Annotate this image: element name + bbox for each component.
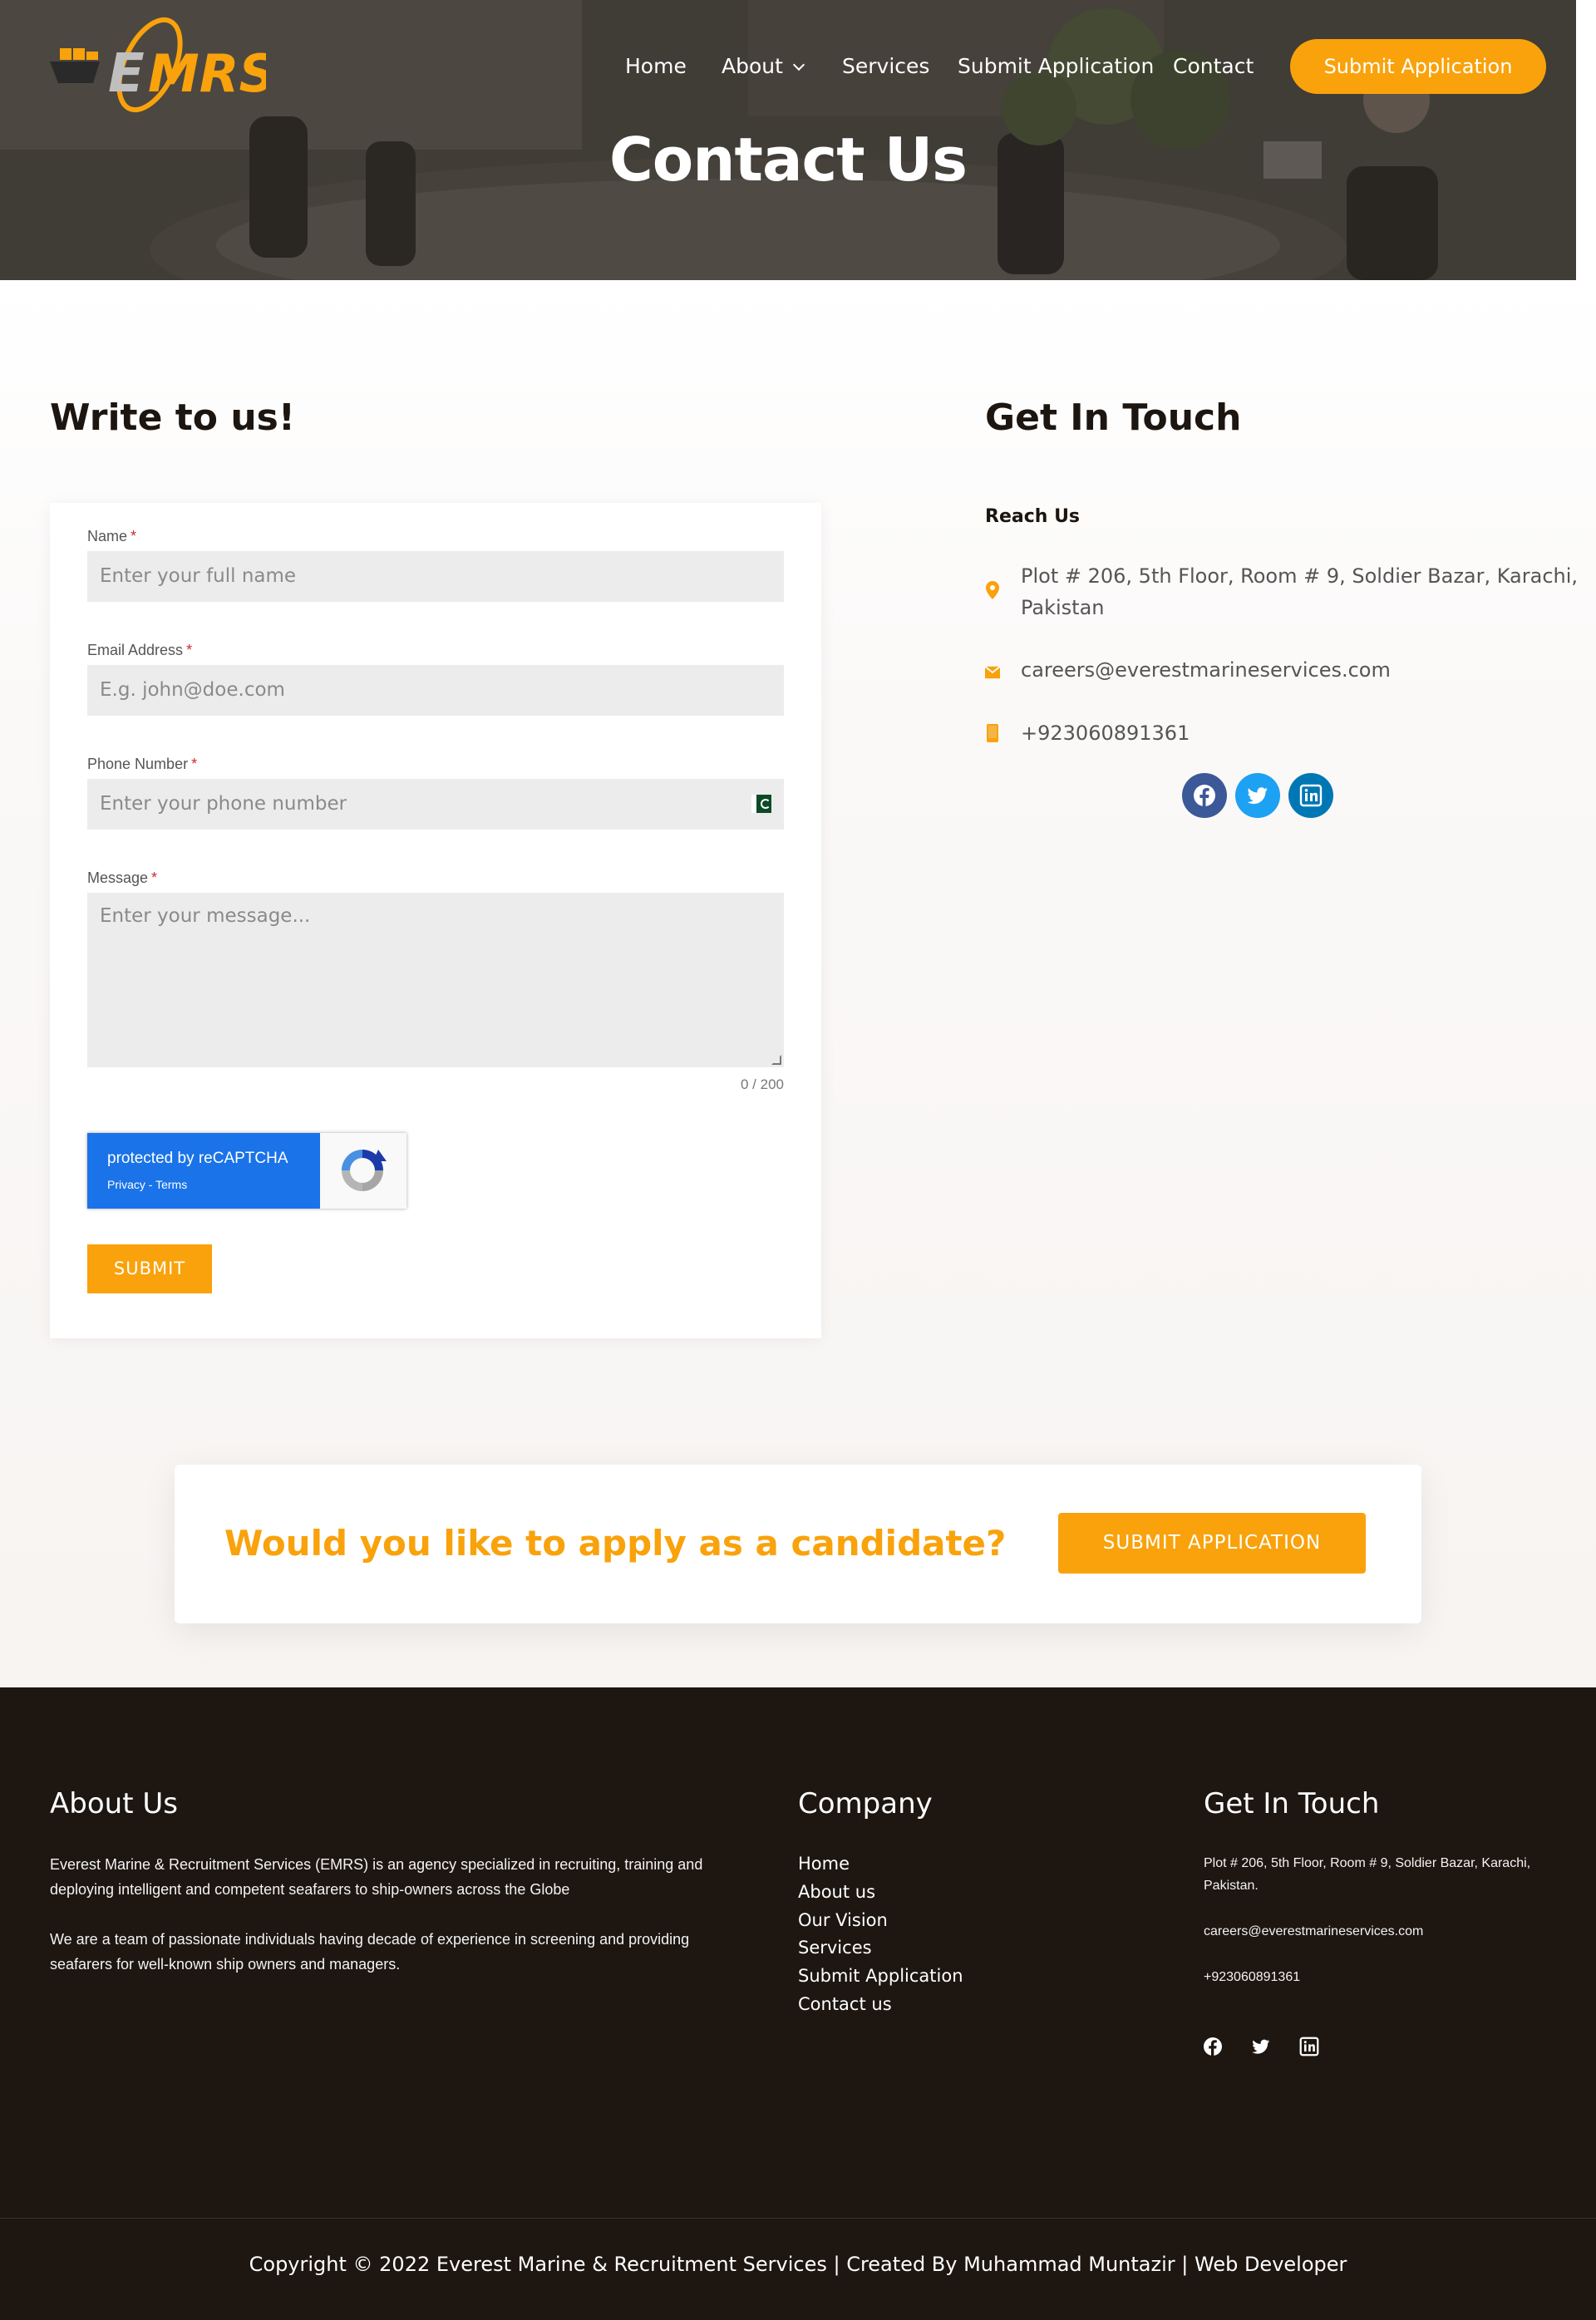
phone-input[interactable]: Enter your phone number bbox=[87, 779, 784, 830]
copyright-text: Copyright © 2022 Everest Marine & Recrui… bbox=[249, 2253, 1347, 2276]
get-in-touch-heading: Get In Touch bbox=[985, 397, 1242, 439]
contact-main-section: Write to us! Get In Touch Name * Enter yo… bbox=[0, 280, 1596, 1687]
message-label-text: Message bbox=[87, 869, 149, 886]
footer-about-heading: About Us bbox=[50, 1787, 178, 1820]
chevron-down-icon bbox=[792, 58, 805, 71]
footer-link-services[interactable]: Services bbox=[798, 1938, 872, 1958]
footer-linkedin-icon[interactable] bbox=[1299, 2037, 1319, 2056]
phone-placeholder: Enter your phone number bbox=[100, 793, 347, 815]
linkedin-link[interactable] bbox=[1288, 773, 1333, 818]
footer-link-vision[interactable]: Our Vision bbox=[798, 1910, 888, 1930]
email-input[interactable]: E.g. john@doe.com bbox=[87, 665, 784, 716]
footer-phone[interactable]: +923060891361 bbox=[1204, 1966, 1300, 1988]
name-input[interactable]: Enter your full name bbox=[87, 551, 784, 602]
apply-cta-text: Would you like to apply as a candidate? bbox=[224, 1523, 1007, 1564]
recaptcha-privacy-terms[interactable]: Privacy - Terms bbox=[107, 1178, 187, 1191]
character-counter: 0 / 200 bbox=[741, 1076, 784, 1092]
footer-link-about[interactable]: About us bbox=[798, 1882, 875, 1902]
nav-submit-application[interactable]: Submit Application bbox=[958, 50, 1154, 83]
hero-banner: E MRS Home About Services Submit Applica… bbox=[0, 0, 1576, 280]
nav-contact[interactable]: Contact bbox=[1173, 50, 1254, 83]
address-line-1: Plot # 206, 5th Floor, Room # 9, Soldier… bbox=[1021, 564, 1579, 588]
nav-home[interactable]: Home bbox=[625, 50, 687, 83]
message-label: Message * bbox=[87, 869, 157, 887]
footer-about-paragraph-2: We are a team of passionate individuals … bbox=[50, 1931, 690, 1973]
site-footer: About Us Everest Marine & Recruitment Se… bbox=[0, 1687, 1596, 2320]
footer-touch-heading: Get In Touch bbox=[1204, 1787, 1380, 1820]
reach-us-label: Reach Us bbox=[985, 506, 1081, 527]
required-mark: * bbox=[131, 528, 137, 544]
pakistan-flag-icon[interactable] bbox=[751, 795, 771, 813]
facebook-link[interactable] bbox=[1182, 773, 1227, 818]
recaptcha-icon bbox=[342, 1150, 387, 1191]
nav-about-label: About bbox=[722, 54, 783, 78]
message-placeholder: Enter your message... bbox=[100, 905, 311, 927]
nav-services[interactable]: Services bbox=[842, 50, 929, 83]
page-title: Contact Us bbox=[608, 125, 968, 195]
footer-email[interactable]: careers@everestmarineservices.com bbox=[1204, 1920, 1423, 1943]
footer-about-paragraph-1: Everest Marine & Recruitment Services (E… bbox=[50, 1856, 703, 1898]
name-label: Name * bbox=[87, 528, 136, 545]
required-mark: * bbox=[191, 756, 198, 772]
submit-button[interactable]: SUBMIT bbox=[87, 1244, 212, 1293]
footer-address: Plot # 206, 5th Floor, Room # 9, Soldier… bbox=[1204, 1856, 1531, 1893]
facebook-icon bbox=[1194, 785, 1215, 806]
form-heading: Write to us! bbox=[50, 397, 295, 439]
linkedin-icon bbox=[1299, 784, 1323, 807]
footer-link-home[interactable]: Home bbox=[798, 1854, 850, 1874]
mobile-phone-icon bbox=[987, 724, 998, 742]
name-label-text: Name bbox=[87, 528, 128, 544]
apply-cta-card: Would you like to apply as a candidate? … bbox=[175, 1465, 1421, 1623]
twitter-link[interactable] bbox=[1235, 773, 1280, 818]
required-mark: * bbox=[186, 642, 193, 658]
address-line-2: Pakistan bbox=[1021, 596, 1105, 619]
required-mark: * bbox=[151, 869, 158, 886]
map-marker-icon bbox=[986, 581, 999, 599]
recaptcha-label-panel: protected by reCAPTCHA Privacy - Terms bbox=[87, 1133, 320, 1209]
email-label-text: Email Address bbox=[87, 642, 184, 658]
phone-label-text: Phone Number bbox=[87, 756, 189, 772]
footer-link-contact[interactable]: Contact us bbox=[798, 1994, 892, 2014]
cta-submit-application-button[interactable]: SUBMIT APPLICATION bbox=[1058, 1513, 1366, 1574]
footer-link-submit-application[interactable]: Submit Application bbox=[798, 1966, 963, 1986]
resize-handle-icon[interactable] bbox=[771, 1055, 781, 1065]
twitter-icon bbox=[1247, 787, 1268, 805]
phone-label: Phone Number * bbox=[87, 756, 197, 773]
contact-form: Name * Enter your full name Email Address… bbox=[50, 503, 821, 1338]
contact-phone[interactable]: +923060891361 bbox=[1021, 717, 1190, 749]
contact-email[interactable]: careers@everestmarineservices.com bbox=[1021, 654, 1391, 686]
message-textarea[interactable]: Enter your message... bbox=[87, 893, 784, 1067]
envelope-icon bbox=[985, 666, 1000, 679]
footer-twitter-icon[interactable] bbox=[1251, 2037, 1271, 2056]
email-label: Email Address * bbox=[87, 642, 192, 659]
nav-about[interactable]: About bbox=[722, 50, 805, 83]
recaptcha-title: protected by reCAPTCHA bbox=[107, 1150, 288, 1167]
header-submit-application-button[interactable]: Submit Application bbox=[1290, 39, 1546, 94]
footer-facebook-icon[interactable] bbox=[1203, 2037, 1223, 2056]
footer-company-heading: Company bbox=[798, 1787, 933, 1820]
recaptcha-badge[interactable]: protected by reCAPTCHA Privacy - Terms bbox=[87, 1133, 406, 1209]
footer-divider bbox=[0, 2218, 1596, 2219]
